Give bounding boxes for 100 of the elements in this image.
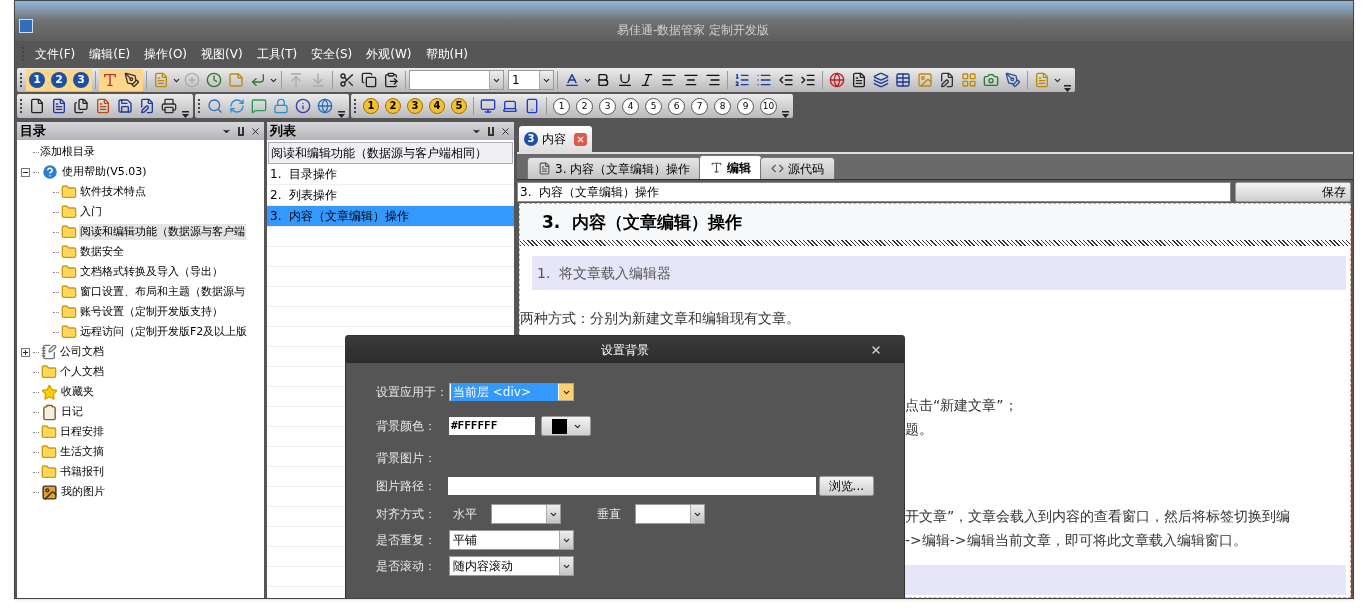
number-button[interactable]: 2 bbox=[385, 98, 401, 114]
toolbar-grip[interactable] bbox=[198, 99, 201, 113]
number-button[interactable]: 5 bbox=[645, 97, 662, 115]
menu-item[interactable]: 外观(W) bbox=[359, 45, 419, 63]
menu-item[interactable]: 工具(T) bbox=[249, 45, 305, 63]
close-tab-icon[interactable] bbox=[574, 132, 587, 146]
tree-item[interactable]: 生活文摘 bbox=[59, 443, 105, 461]
outdent-icon[interactable] bbox=[778, 72, 794, 88]
clock-icon[interactable] bbox=[206, 72, 222, 88]
view-tab[interactable]: 编辑 bbox=[699, 155, 763, 179]
tree-item[interactable]: 阅读和编辑功能（数据源与客户端 bbox=[79, 223, 246, 241]
monitor-icon[interactable] bbox=[480, 98, 496, 114]
numbered-list-icon[interactable] bbox=[734, 72, 750, 88]
close-icon[interactable] bbox=[500, 125, 511, 137]
pin-icon[interactable] bbox=[488, 126, 494, 136]
number-button[interactable]: 3 bbox=[599, 97, 616, 115]
paste-icon[interactable] bbox=[383, 72, 399, 88]
document-tab[interactable]: 3 内容 bbox=[519, 126, 592, 152]
number-button[interactable]: 6 bbox=[668, 97, 685, 115]
table-icon[interactable] bbox=[895, 72, 911, 88]
toolbar-grip[interactable] bbox=[354, 99, 357, 113]
level-button[interactable]: 2 bbox=[48, 69, 70, 91]
number-button[interactable]: 9 bbox=[737, 97, 754, 115]
number-button[interactable]: 10 bbox=[760, 97, 777, 115]
number-button[interactable]: 8 bbox=[714, 97, 731, 115]
menu-item[interactable]: 安全(S) bbox=[304, 45, 360, 63]
tree-item[interactable]: 书籍报刊 bbox=[59, 463, 105, 481]
tree-item[interactable]: 文档格式转换及导入（导出） bbox=[79, 263, 224, 281]
tree-item[interactable]: 远程访问（定制开发版F2及以上版 bbox=[79, 323, 249, 341]
camera-icon[interactable] bbox=[983, 72, 999, 88]
list-item[interactable]: 3. 内容（文章编辑）操作 bbox=[267, 206, 514, 227]
close-icon[interactable] bbox=[250, 125, 261, 137]
pen-icon[interactable] bbox=[1005, 72, 1021, 88]
toolbar-grip[interactable] bbox=[20, 99, 23, 113]
repeat-dropdown[interactable]: 平铺 bbox=[449, 530, 574, 550]
menu-item[interactable]: 文件(F) bbox=[28, 45, 83, 63]
indent-icon[interactable] bbox=[800, 72, 816, 88]
save-button[interactable]: 保存 bbox=[1235, 181, 1351, 202]
new-document-icon[interactable] bbox=[29, 98, 45, 114]
lock-icon[interactable] bbox=[273, 98, 289, 114]
tree-item[interactable]: 收藏夹 bbox=[60, 383, 95, 401]
view-tab[interactable]: 源代码 bbox=[760, 157, 836, 179]
tree-item[interactable]: 账号设置（定制开发版支持） bbox=[79, 303, 224, 321]
toolbar-grip[interactable] bbox=[20, 73, 23, 87]
number-button[interactable]: 1 bbox=[553, 97, 570, 115]
scroll-dropdown[interactable]: 随内容滚动 bbox=[449, 556, 574, 576]
document-icon[interactable] bbox=[51, 98, 67, 114]
browse-button[interactable]: 浏览... bbox=[818, 476, 874, 496]
globe-icon[interactable] bbox=[829, 72, 845, 88]
info-icon[interactable] bbox=[295, 98, 311, 114]
number-button[interactable]: 1 bbox=[363, 98, 379, 114]
documents-icon[interactable] bbox=[73, 98, 89, 114]
tree-item[interactable]: 公司文档 bbox=[59, 343, 105, 361]
save-icon[interactable] bbox=[117, 98, 133, 114]
edit-document-icon[interactable] bbox=[939, 72, 955, 88]
number-button[interactable]: 2 bbox=[576, 97, 593, 115]
collapse-toggle[interactable] bbox=[21, 167, 30, 177]
underline-icon[interactable] bbox=[617, 72, 633, 88]
tree-item[interactable]: 日记 bbox=[60, 403, 84, 421]
print-icon[interactable] bbox=[161, 98, 177, 114]
menu-item[interactable]: 视图(V) bbox=[194, 45, 250, 63]
laptop-icon[interactable] bbox=[502, 98, 518, 114]
view-tab[interactable]: 3. 内容（文章编辑）操作 bbox=[527, 157, 702, 179]
bold-icon[interactable] bbox=[595, 72, 611, 88]
tree-item[interactable]: 数据安全 bbox=[79, 243, 125, 261]
tree-item[interactable]: 日程安排 bbox=[59, 423, 105, 441]
font-size-field[interactable]: 1 bbox=[508, 70, 554, 90]
level-button[interactable]: 3 bbox=[70, 69, 92, 91]
toolbar-overflow-icon[interactable] bbox=[338, 111, 345, 118]
cut-icon[interactable] bbox=[339, 72, 355, 88]
toolbar-overflow-icon[interactable] bbox=[1064, 85, 1071, 92]
refresh-icon[interactable] bbox=[229, 98, 245, 114]
menu-item[interactable]: 编辑(E) bbox=[82, 45, 138, 63]
return-icon[interactable] bbox=[250, 72, 266, 88]
title-field[interactable]: 3. 内容（文章编辑）操作 bbox=[517, 181, 1231, 202]
search-icon[interactable] bbox=[207, 98, 223, 114]
number-button[interactable]: 4 bbox=[622, 97, 639, 115]
number-button[interactable]: 4 bbox=[429, 98, 445, 114]
level-button[interactable]: 1 bbox=[26, 69, 48, 91]
menu-item[interactable]: 帮助(H) bbox=[418, 45, 475, 63]
number-button[interactable]: 5 bbox=[451, 98, 467, 114]
tree-item[interactable]: 添加根目录 bbox=[39, 143, 96, 161]
toolbar-overflow-icon[interactable] bbox=[182, 111, 189, 118]
align-center-icon[interactable] bbox=[683, 72, 699, 88]
tree-item[interactable]: 软件技术特点 bbox=[79, 183, 147, 201]
browser-icon[interactable] bbox=[317, 98, 333, 114]
close-icon[interactable] bbox=[870, 343, 882, 356]
phone-icon[interactable] bbox=[524, 98, 540, 114]
number-button[interactable]: 7 bbox=[691, 97, 708, 115]
edit-document-icon[interactable] bbox=[139, 98, 155, 114]
image-path-field[interactable] bbox=[448, 477, 816, 495]
font-color-icon[interactable] bbox=[564, 72, 580, 88]
pin-icon[interactable] bbox=[238, 126, 244, 136]
font-field[interactable] bbox=[409, 70, 504, 90]
tree-item[interactable]: 入门 bbox=[79, 203, 103, 221]
tree-item[interactable]: 个人文档 bbox=[59, 363, 105, 381]
document-icon[interactable] bbox=[851, 72, 867, 88]
layers-icon[interactable] bbox=[873, 72, 889, 88]
tree-item[interactable]: 窗口设置、布局和主题（数据源与 bbox=[79, 283, 246, 301]
color-field[interactable]: #FFFFFF bbox=[449, 417, 535, 435]
